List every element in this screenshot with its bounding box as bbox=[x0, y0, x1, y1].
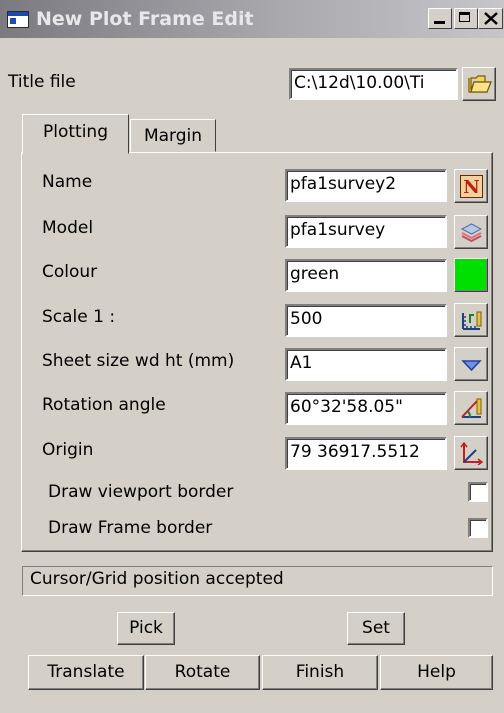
close-button[interactable] bbox=[478, 8, 503, 29]
sheet-size-label: Sheet size wd ht (mm) bbox=[42, 351, 235, 371]
close-icon bbox=[484, 12, 498, 25]
finish-button[interactable]: Finish bbox=[262, 655, 378, 690]
model-label: Model bbox=[42, 218, 94, 238]
minimize-button[interactable] bbox=[428, 8, 452, 29]
rotation-pick-button[interactable] bbox=[454, 391, 488, 425]
rotation-label: Rotation angle bbox=[42, 395, 166, 415]
rotation-input[interactable]: 60°32'58.05" bbox=[285, 392, 447, 425]
svg-text:N: N bbox=[463, 177, 479, 198]
scale-label: Scale 1 : bbox=[42, 307, 116, 327]
model-pick-button[interactable] bbox=[454, 215, 488, 249]
dropdown-arrow-icon bbox=[461, 360, 482, 372]
model-input[interactable]: pfa1survey bbox=[285, 215, 447, 248]
title-file-browse-button[interactable] bbox=[462, 67, 496, 101]
viewport-border-checkbox[interactable] bbox=[468, 482, 488, 502]
title-file-input[interactable]: C:\12d\10.00\Ti bbox=[289, 68, 458, 100]
viewport-border-label: Draw viewport border bbox=[48, 482, 234, 502]
scale-icon bbox=[462, 311, 482, 330]
sheet-size-dropdown-button[interactable] bbox=[454, 347, 488, 381]
axes-pick-icon bbox=[460, 442, 483, 465]
frame-border-checkbox[interactable] bbox=[468, 518, 488, 538]
sheet-size-input[interactable]: A1 bbox=[285, 348, 447, 381]
tab-margin[interactable]: Margin bbox=[130, 119, 216, 152]
frame-border-label: Draw Frame border bbox=[48, 518, 213, 538]
scale-input[interactable]: 500 bbox=[285, 304, 447, 337]
origin-label: Origin bbox=[42, 440, 94, 460]
title-bar[interactable]: New Plot Frame Edit bbox=[0, 0, 504, 38]
status-message: Cursor/Grid position accepted bbox=[22, 566, 493, 596]
translate-button[interactable]: Translate bbox=[28, 655, 144, 690]
name-label: Name bbox=[42, 172, 93, 192]
name-input[interactable]: pfa1survey2 bbox=[285, 169, 447, 202]
colour-swatch-button[interactable] bbox=[454, 258, 488, 292]
origin-input[interactable]: 79 36917.5512 bbox=[285, 437, 447, 470]
layers-icon bbox=[460, 223, 483, 243]
pick-button[interactable]: Pick bbox=[117, 612, 175, 645]
rotate-button[interactable]: Rotate bbox=[145, 655, 260, 690]
name-pick-button[interactable]: N bbox=[454, 169, 488, 203]
help-button[interactable]: Help bbox=[380, 655, 493, 690]
window-title: New Plot Frame Edit bbox=[36, 8, 254, 30]
tab-plotting[interactable]: Plotting bbox=[22, 114, 129, 154]
origin-pick-button[interactable] bbox=[454, 436, 488, 470]
colour-input[interactable]: green bbox=[285, 259, 447, 292]
set-button[interactable]: Set bbox=[347, 612, 405, 645]
title-file-label: Title file bbox=[8, 72, 76, 92]
colour-label: Colour bbox=[42, 262, 98, 282]
angle-pick-icon bbox=[461, 398, 482, 418]
folder-icon bbox=[468, 75, 492, 93]
n-letter-icon: N bbox=[460, 175, 483, 198]
maximize-button[interactable] bbox=[454, 8, 478, 29]
scale-pick-button[interactable] bbox=[454, 303, 488, 337]
app-icon bbox=[7, 11, 29, 28]
